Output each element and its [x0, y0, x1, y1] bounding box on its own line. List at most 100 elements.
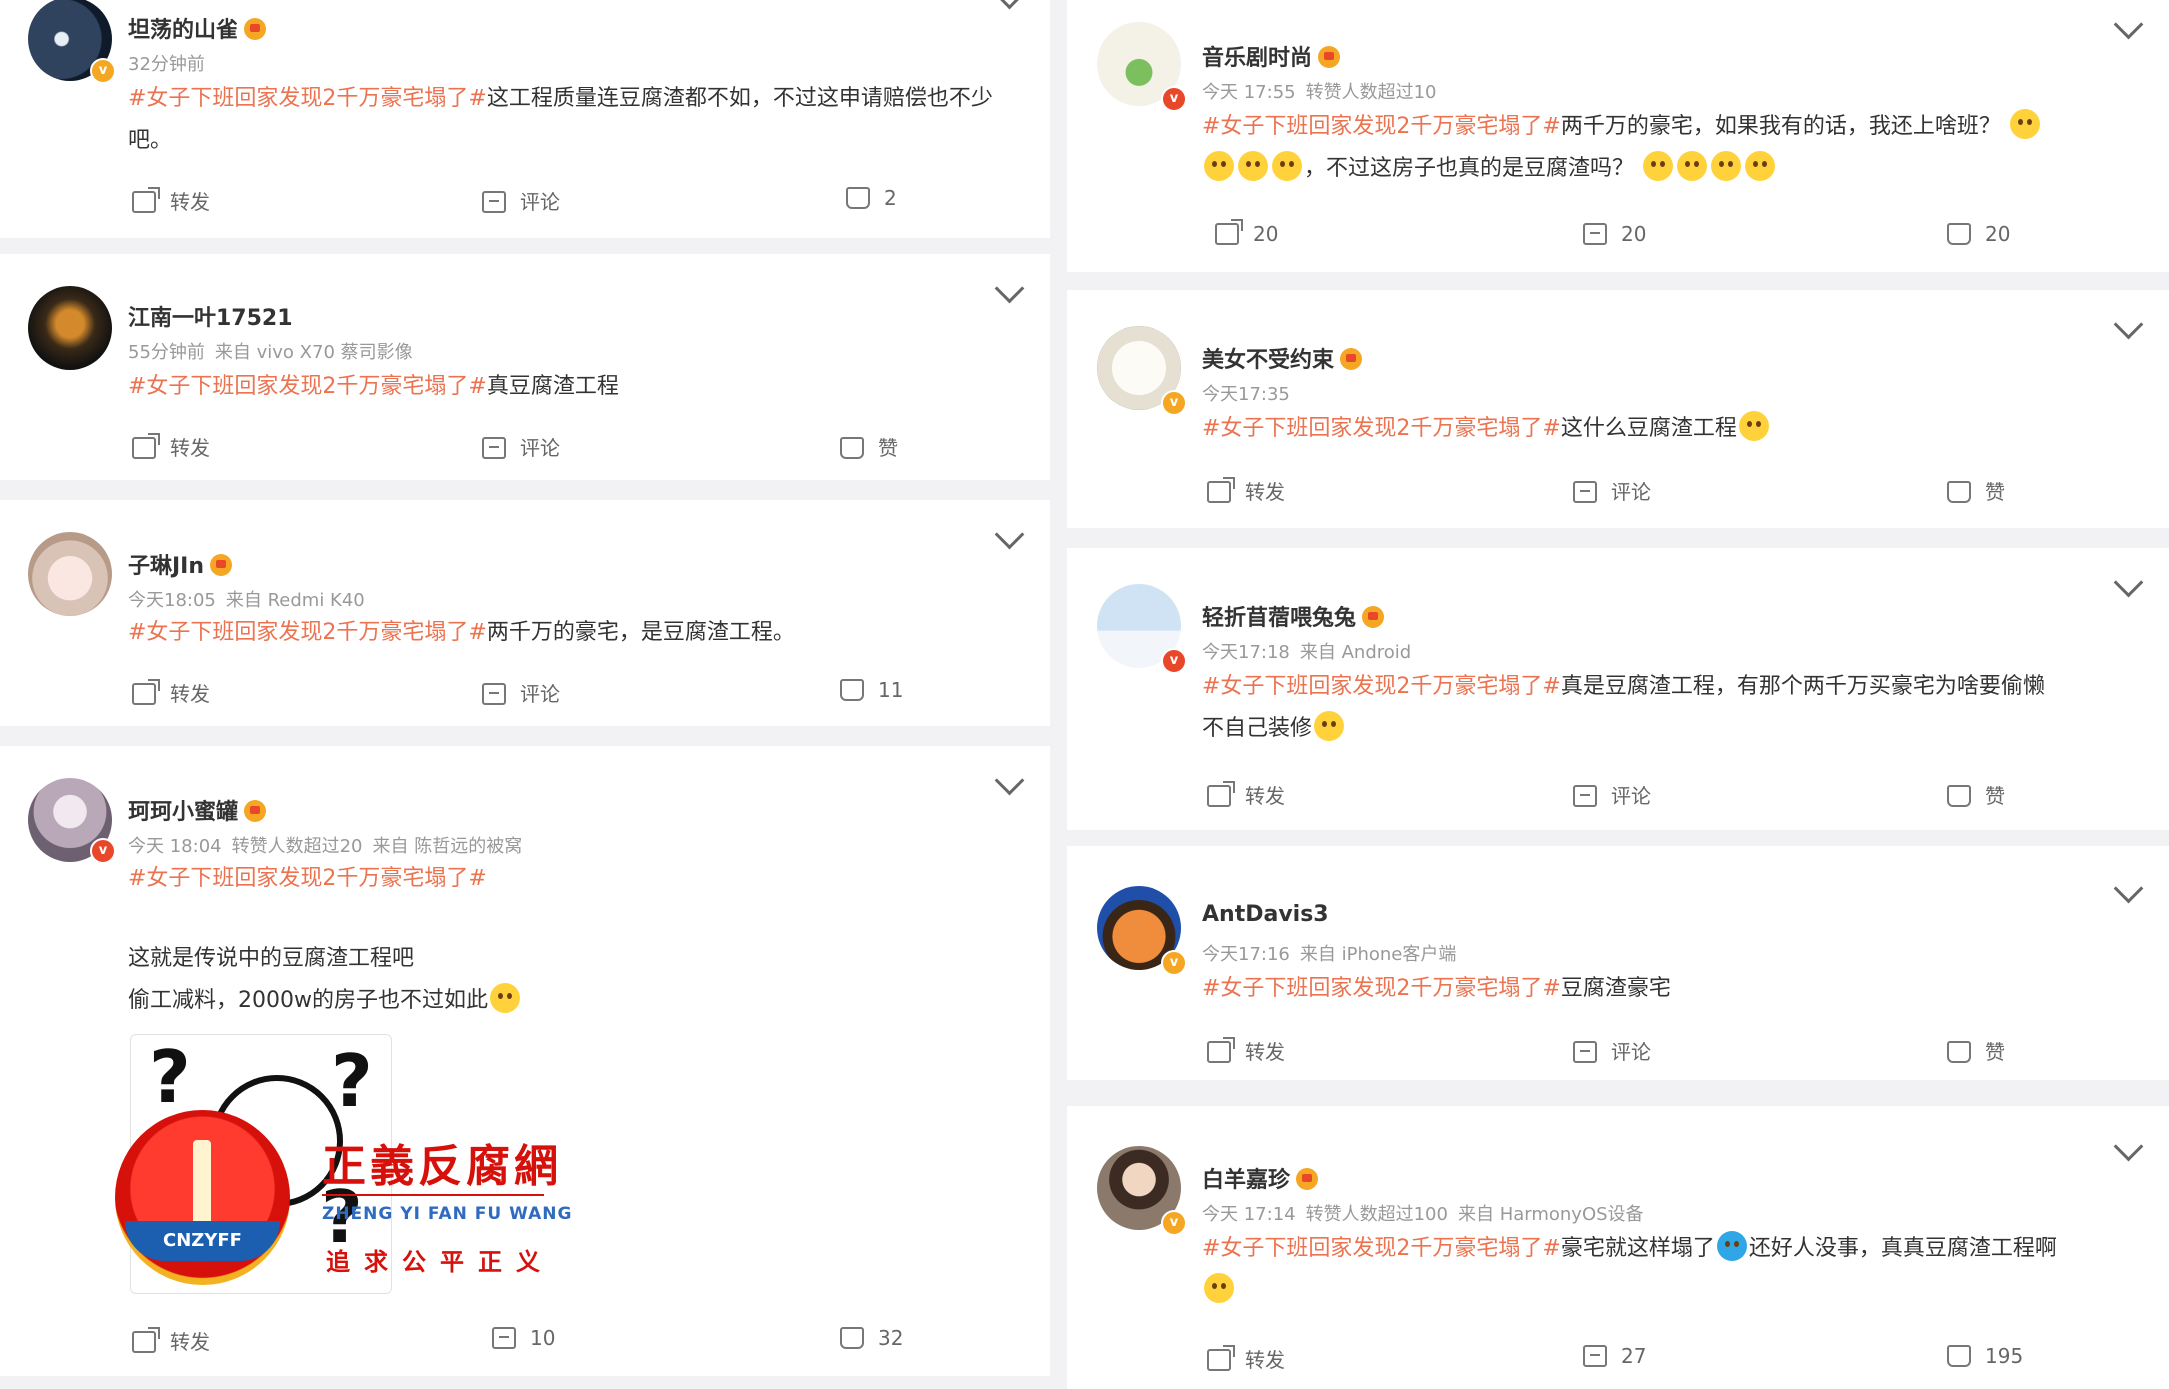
- repost-button[interactable]: 转发: [1207, 1036, 1285, 1065]
- hashtag-link[interactable]: #女子下班回家发现2千万豪宅塌了#: [128, 620, 487, 645]
- chevron-down-icon[interactable]: [2113, 309, 2144, 340]
- repost-button[interactable]: 转发: [1207, 780, 1285, 809]
- like-button[interactable]: 赞: [1947, 1036, 2005, 1065]
- laugh-emoji-icon: [1745, 151, 1776, 181]
- action-bar: 转发 评论 赞: [1067, 1036, 2169, 1076]
- doraemon-emoji-icon: [1716, 1231, 1747, 1261]
- like-button[interactable]: 20: [1947, 222, 2010, 246]
- username[interactable]: 白羊嘉珍: [1202, 1162, 1319, 1194]
- laugh-cry-emoji-icon: [1314, 711, 1345, 741]
- comment-text: #女子下班回家发现2千万豪宅塌了#这什么豆腐渣工程: [1202, 408, 2139, 450]
- avatar[interactable]: [28, 532, 112, 616]
- repost-icon: [132, 187, 160, 213]
- comment-button[interactable]: 评论: [482, 432, 560, 461]
- like-button[interactable]: 11: [840, 678, 903, 702]
- cry-emoji-icon: [1204, 151, 1234, 181]
- repost-button[interactable]: 转发: [1207, 1344, 1285, 1373]
- hashtag-link[interactable]: #女子下班回家发现2千万豪宅塌了#: [1202, 976, 1561, 1001]
- comment-card: 子琳JIn 今天18:05 来自 Redmi K40 #女子下班回家发现2千万豪宅…: [0, 500, 1050, 726]
- watermark-logo-icon: CNZYFF: [115, 1110, 290, 1285]
- verified-badge-icon: v: [1161, 390, 1187, 416]
- like-button[interactable]: 32: [840, 1326, 903, 1350]
- watermark-divider: [322, 1194, 544, 1196]
- comment-card: v 白羊嘉珍 今天 17:14 转赞人数超过100 来自 HarmonyOS设备 #…: [1067, 1106, 2169, 1389]
- like-icon: [840, 437, 864, 459]
- watermark-slogan: 追求公平正义: [326, 1248, 554, 1276]
- avatar[interactable]: [28, 286, 112, 370]
- chevron-down-icon[interactable]: [2113, 9, 2144, 40]
- like-icon: [1947, 1041, 1971, 1063]
- crown-icon: [1318, 46, 1341, 68]
- hashtag-link[interactable]: #女子下班回家发现2千万豪宅塌了#: [128, 374, 487, 399]
- repost-icon: [1207, 1345, 1235, 1371]
- like-button[interactable]: 赞: [1947, 780, 2005, 809]
- chevron-down-icon[interactable]: [994, 765, 1025, 796]
- repost-button[interactable]: 转发: [132, 186, 210, 215]
- hashtag-link[interactable]: #女子下班回家发现2千万豪宅塌了#: [128, 86, 487, 111]
- comment-text: #女子下班回家发现2千万豪宅塌了#两千万的豪宅，如果我有的话，我还上啥班？ ，不…: [1202, 106, 2139, 190]
- like-icon: [1947, 785, 1971, 807]
- comment-button[interactable]: 评论: [1573, 1036, 1651, 1065]
- crown-icon: [210, 554, 233, 576]
- username[interactable]: 坦荡的山雀: [128, 12, 267, 44]
- repost-icon: [1207, 477, 1235, 503]
- repost-button[interactable]: 20: [1215, 219, 1278, 246]
- verified-badge-icon: v: [1161, 648, 1187, 674]
- laugh-emoji-icon: [489, 983, 520, 1013]
- username[interactable]: 子琳JIn: [128, 548, 233, 580]
- chevron-down-icon[interactable]: [994, 519, 1025, 550]
- comment-button[interactable]: 评论: [1573, 476, 1651, 505]
- like-icon: [1947, 1345, 1971, 1367]
- hashtag-link[interactable]: #女子下班回家发现2千万豪宅塌了#: [1202, 1236, 1561, 1261]
- like-icon: [846, 187, 870, 209]
- crown-icon: [1340, 348, 1363, 370]
- chevron-down-icon[interactable]: [2113, 567, 2144, 598]
- comment-button[interactable]: 评论: [482, 186, 560, 215]
- chevron-down-icon[interactable]: [2113, 1131, 2144, 1162]
- like-button[interactable]: 赞: [1947, 476, 2005, 505]
- cry-emoji-icon: [2009, 109, 2040, 139]
- comment-icon: [1573, 1041, 1597, 1063]
- comment-icon: [492, 1327, 516, 1349]
- comment-card: v 珂珂小蜜罐 今天 18:04 转赞人数超过20 来自 陈哲远的被窝 #女子下班回…: [0, 746, 1050, 1376]
- like-button[interactable]: 195: [1947, 1344, 2023, 1368]
- repost-button[interactable]: 转发: [1207, 476, 1285, 505]
- comment-button[interactable]: 20: [1583, 222, 1646, 246]
- like-button[interactable]: 赞: [840, 432, 898, 461]
- hashtag-link[interactable]: #女子下班回家发现2千万豪宅塌了#: [1202, 114, 1561, 139]
- chevron-down-icon[interactable]: [994, 273, 1025, 304]
- like-button[interactable]: 2: [846, 186, 897, 210]
- chevron-down-icon[interactable]: [2113, 873, 2144, 904]
- comment-button[interactable]: 27: [1583, 1344, 1646, 1368]
- like-icon: [840, 679, 864, 701]
- comment-icon: [482, 191, 506, 213]
- comment-meta: 今天 18:04 转赞人数超过20 来自 陈哲远的被窝: [128, 836, 523, 857]
- comment-meta: 今天 17:14 转赞人数超过100 来自 HarmonyOS设备: [1202, 1204, 1644, 1225]
- hashtag-link[interactable]: #女子下班回家发现2千万豪宅塌了#: [1202, 674, 1561, 699]
- chevron-down-icon[interactable]: [994, 0, 1025, 10]
- like-icon: [1947, 481, 1971, 503]
- username[interactable]: AntDavis3: [1202, 902, 1329, 927]
- username[interactable]: 音乐剧时尚: [1202, 40, 1341, 72]
- comment-text: #女子下班回家发现2千万豪宅塌了#真豆腐渣工程: [128, 374, 619, 399]
- verified-badge-icon: v: [1161, 86, 1187, 112]
- hashtag-link[interactable]: #女子下班回家发现2千万豪宅塌了#: [1202, 416, 1561, 441]
- crown-icon: [244, 18, 267, 40]
- comment-button[interactable]: 评论: [482, 678, 560, 707]
- username[interactable]: 美女不受约束: [1202, 342, 1363, 374]
- action-bar: 转发 评论 赞: [1067, 476, 2169, 516]
- comment-button[interactable]: 评论: [1573, 780, 1651, 809]
- like-icon: [1947, 223, 1971, 245]
- username[interactable]: 珂珂小蜜罐: [128, 794, 267, 826]
- username[interactable]: 江南一叶17521: [128, 300, 293, 332]
- repost-button[interactable]: 转发: [132, 432, 210, 461]
- comment-button[interactable]: 10: [492, 1326, 555, 1350]
- repost-button[interactable]: 转发: [132, 1326, 210, 1355]
- repost-button[interactable]: 转发: [132, 678, 210, 707]
- username[interactable]: 轻折苜蓿喂兔兔: [1202, 600, 1385, 632]
- hashtag-link[interactable]: #女子下班回家发现2千万豪宅塌了#: [128, 866, 487, 891]
- action-bar: 转发 评论 赞: [0, 432, 1050, 472]
- verified-badge-icon: v: [1161, 950, 1187, 976]
- comment-card: v 坦荡的山雀 32分钟前 #女子下班回家发现2千万豪宅塌了#这工程质量连豆腐渣…: [0, 0, 1050, 238]
- action-bar: 转发 27 195: [1067, 1344, 2169, 1384]
